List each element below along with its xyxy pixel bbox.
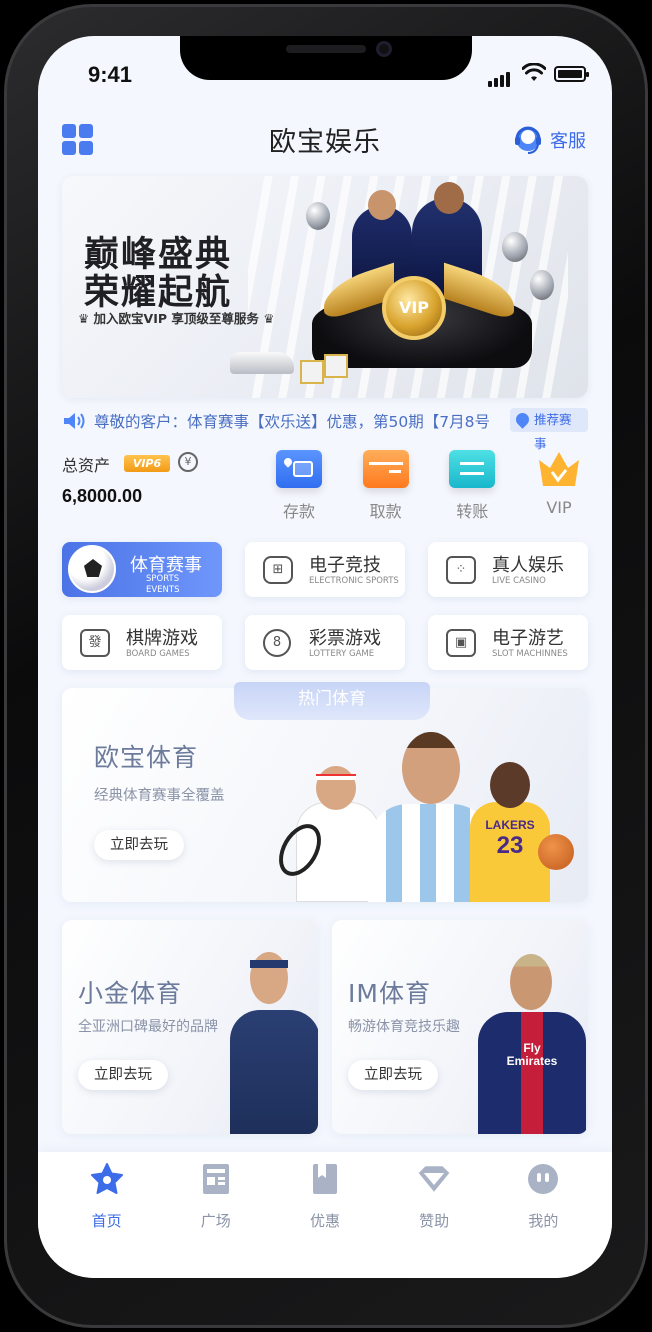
battery-icon — [554, 66, 589, 82]
play-now-button[interactable]: 立即去玩 — [94, 830, 184, 860]
category-sports[interactable]: 体育赛事 SPORTS EVENTS — [62, 542, 222, 597]
tab-square[interactable]: 广场 — [176, 1162, 256, 1231]
card-title: 小金体育 — [78, 979, 183, 1008]
balloon-icon — [502, 232, 528, 262]
transfer-icon — [449, 450, 496, 488]
customer-service-button[interactable]: 客服 — [512, 122, 586, 158]
quick-actions: 存款 取款 转账 VIP — [264, 450, 594, 530]
xiaojin-sports-card[interactable]: 小金体育 全亚洲口碑最好的品牌 立即去玩 — [62, 920, 318, 1134]
refresh-balance-icon[interactable]: ¥ — [178, 452, 198, 472]
lottery-ball-icon: 8 — [263, 629, 291, 657]
category-esports[interactable]: ⊞ 电子竞技 ELECTRONIC SPORTS — [245, 542, 405, 597]
transfer-button[interactable]: 转账 — [437, 450, 507, 530]
chess-piece-icon: 發 — [80, 629, 110, 657]
balloon-icon — [530, 270, 554, 300]
athlete-tennis-image — [226, 940, 318, 1134]
bottom-tab-bar: 首页 广场 优惠 赞助 我的 — [38, 1152, 612, 1278]
im-sports-card[interactable]: IM体育 畅游体育竞技乐趣 立即去玩 Fly Emirates — [332, 920, 588, 1134]
front-camera-icon — [376, 41, 392, 57]
category-slots[interactable]: ▣ 电子游艺 SLOT MACHINNES — [428, 615, 588, 670]
app-screen: 9:41 欧宝娱乐 客服 巅峰盛典 荣耀起航 ♛ 加入欧宝VIP 享顶级至尊服务… — [38, 36, 612, 1278]
sponsor-diamond-icon — [418, 1166, 450, 1192]
car-icon — [230, 352, 294, 374]
withdraw-card-icon — [362, 450, 409, 488]
gift-box-icon — [324, 354, 348, 378]
vip-crown-icon — [536, 450, 582, 488]
basketball-icon — [538, 834, 574, 870]
hot-sports-tab: 热门体育 — [234, 682, 430, 720]
card-subtitle: 经典体育赛事全覆盖 — [94, 788, 225, 804]
recommended-events-tag[interactable]: 推荐赛事 — [510, 408, 588, 451]
status-time: 9:41 — [88, 62, 133, 87]
athlete-soccer-image: Fly Emirates — [476, 940, 588, 1134]
tab-profile[interactable]: 我的 — [503, 1162, 583, 1231]
category-board-games[interactable]: 發 棋牌游戏 BOARD GAMES — [62, 615, 222, 670]
tab-promotions[interactable]: 优惠 — [285, 1162, 365, 1231]
play-now-button[interactable]: 立即去玩 — [348, 1060, 438, 1090]
home-star-icon — [90, 1163, 123, 1194]
card-subtitle: 全亚洲口碑最好的品牌 — [78, 1019, 218, 1035]
app-header: 欧宝娱乐 客服 — [38, 116, 612, 166]
banner-headline: 巅峰盛典 荣耀起航 — [84, 234, 233, 313]
card-title: IM体育 — [348, 979, 431, 1008]
balloon-icon — [306, 202, 330, 230]
card-title: 欧宝体育 — [94, 743, 199, 772]
gift-box-icon — [300, 360, 324, 384]
promo-bookmark-icon — [312, 1164, 337, 1194]
device-notch — [180, 36, 472, 80]
dice-icon: ⁘ — [446, 556, 476, 584]
headset-agent-icon — [515, 126, 541, 154]
vip-level-badge: VIP6 — [124, 455, 170, 472]
category-lottery[interactable]: 8 彩票游戏 LOTTERY GAME — [245, 615, 405, 670]
profile-face-icon — [528, 1164, 559, 1194]
speaker-icon — [64, 413, 85, 429]
customer-service-label: 客服 — [550, 131, 586, 152]
cellular-signal-icon — [488, 68, 512, 87]
withdraw-button[interactable]: 取款 — [351, 450, 421, 530]
vip-emblem: VIP — [382, 276, 446, 340]
deposit-button[interactable]: 存款 — [264, 450, 334, 530]
promo-banner[interactable]: 巅峰盛典 荣耀起航 ♛ 加入欧宝VIP 享顶级至尊服务 ♛ VIP — [62, 176, 588, 398]
category-live-casino[interactable]: ⁘ 真人娱乐 LIVE CASINO — [428, 542, 588, 597]
notice-marquee[interactable]: 尊敬的客户：体育赛事【欢乐送】优惠，第50期【7月8号 推荐赛事 — [62, 408, 588, 451]
tab-home[interactable]: 首页 — [67, 1162, 147, 1231]
athlete-basketball-image: LAKERS 23 — [448, 752, 578, 902]
deposit-card-icon — [276, 450, 322, 488]
gamepad-icon: ⊞ — [263, 556, 293, 584]
obao-sports-card[interactable]: 欧宝体育 经典体育赛事全覆盖 立即去玩 LAKERS 23 — [62, 688, 588, 902]
slot-machine-icon: ▣ — [446, 629, 476, 657]
total-assets-amount: 6,8000.00 — [62, 486, 143, 506]
card-subtitle: 畅游体育竞技乐趣 — [348, 1019, 460, 1035]
vip-button[interactable]: VIP — [524, 450, 594, 530]
banner-subline: ♛ 加入欧宝VIP 享顶级至尊服务 ♛ — [78, 311, 275, 326]
wifi-icon — [522, 63, 546, 81]
tab-sponsorship[interactable]: 赞助 — [394, 1162, 474, 1231]
play-now-button[interactable]: 立即去玩 — [78, 1060, 168, 1090]
game-categories: 体育赛事 SPORTS EVENTS ⊞ 电子竞技 ELECTRONIC SPO… — [62, 542, 588, 688]
total-assets-label: 总资产 — [62, 456, 111, 475]
soccer-ball-icon — [68, 545, 116, 593]
notice-text: 尊敬的客户：体育赛事【欢乐送】优惠，第50期【7月8号 — [94, 413, 490, 431]
square-news-icon — [202, 1164, 229, 1194]
